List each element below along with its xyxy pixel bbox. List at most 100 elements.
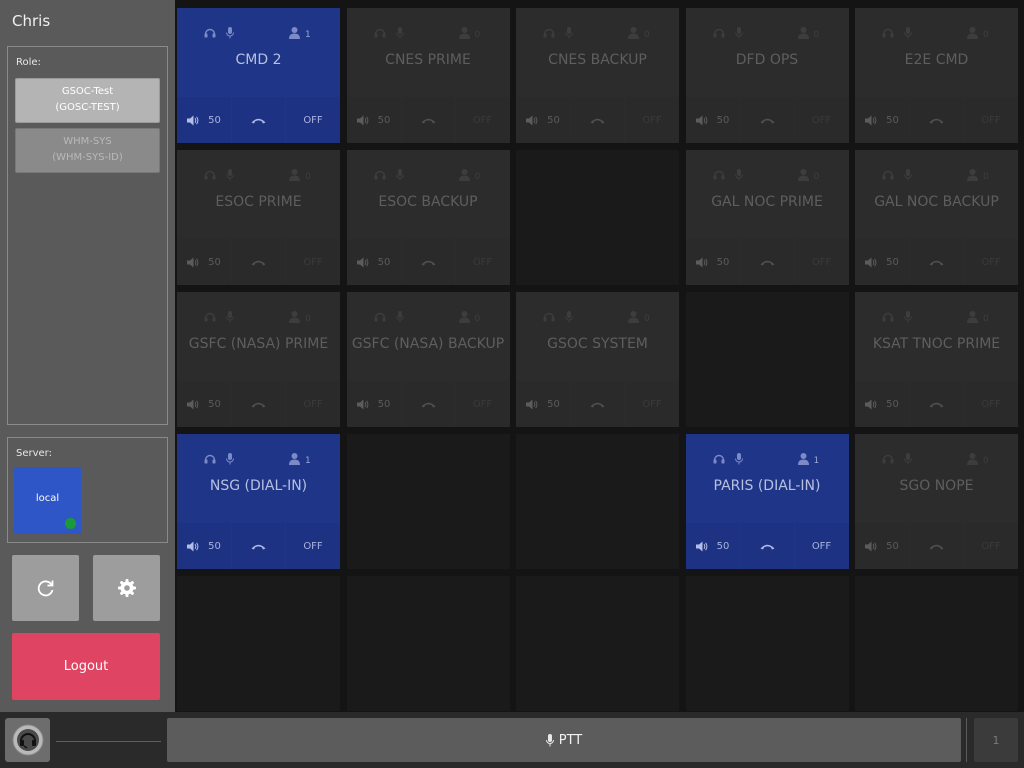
hangup-button[interactable] xyxy=(232,523,285,569)
hangup-button[interactable] xyxy=(910,97,963,143)
off-button[interactable]: OFF xyxy=(286,97,340,143)
off-button[interactable]: OFF xyxy=(286,523,340,569)
channel-tile[interactable]: 0 E2E CMD 50 OFF xyxy=(855,8,1018,143)
off-button[interactable]: OFF xyxy=(964,97,1018,143)
channel-tile[interactable]: 0 GAL NOC BACKUP 50 OFF xyxy=(855,150,1018,285)
channel-tile[interactable]: 0 SGO NOPE 50 OFF xyxy=(855,434,1018,569)
channel-select-area[interactable]: 0 DFD OPS xyxy=(686,8,849,96)
volume-button[interactable]: 50 xyxy=(855,523,909,569)
refresh-button[interactable] xyxy=(12,555,79,621)
channel-tile[interactable]: 1 NSG (DIAL-IN) 50 OFF xyxy=(177,434,340,569)
settings-button[interactable] xyxy=(93,555,160,621)
off-button[interactable]: OFF xyxy=(455,381,510,427)
channel-tile[interactable]: 0 ESOC BACKUP 50 OFF xyxy=(346,150,510,285)
volume-button[interactable]: 50 xyxy=(346,239,401,285)
off-button[interactable]: OFF xyxy=(794,239,849,285)
hangup-button[interactable] xyxy=(232,239,285,285)
hangup-button[interactable] xyxy=(910,381,963,427)
channel-select-area[interactable]: 0 E2E CMD xyxy=(855,8,1018,96)
channel-select-area[interactable]: 1 PARIS (DIAL-IN) xyxy=(686,434,849,522)
hangup-button[interactable] xyxy=(401,381,455,427)
channel-tile[interactable]: 0 GSFC (NASA) PRIME 50 OFF xyxy=(177,292,340,427)
volume-button[interactable]: 50 xyxy=(177,239,231,285)
channel-tile[interactable]: 0 CNES PRIME 50 OFF xyxy=(346,8,510,143)
off-button[interactable]: OFF xyxy=(455,239,510,285)
hangup-button[interactable] xyxy=(740,97,794,143)
off-button[interactable]: OFF xyxy=(625,381,679,427)
channel-tile[interactable]: 0 CNES BACKUP 50 OFF xyxy=(516,8,679,143)
hangup-button[interactable] xyxy=(232,97,285,143)
user-count: 0 xyxy=(813,30,820,40)
headphones-icon xyxy=(882,454,894,464)
channel-tile[interactable]: 0 GSFC (NASA) BACKUP 50 OFF xyxy=(346,292,510,427)
channel-tile[interactable]: 0 GSOC SYSTEM 50 OFF xyxy=(516,292,679,427)
hangup-button[interactable] xyxy=(740,239,794,285)
volume-button[interactable]: 50 xyxy=(685,239,740,285)
volume-button[interactable]: 50 xyxy=(855,381,909,427)
channel-select-area[interactable]: 1 CMD 2 xyxy=(177,8,340,96)
server-button-local[interactable]: local xyxy=(14,467,81,534)
headset-button[interactable] xyxy=(5,718,50,762)
volume-button[interactable]: 50 xyxy=(855,97,909,143)
channel-tile[interactable]: 1 CMD 2 50 OFF xyxy=(177,8,340,143)
channel-tile[interactable]: 0 KSAT TNOC PRIME 50 OFF xyxy=(855,292,1018,427)
hangup-button[interactable] xyxy=(910,239,963,285)
ptt-button[interactable]: PTT xyxy=(167,718,961,762)
channel-select-area[interactable]: 0 SGO NOPE xyxy=(855,434,1018,522)
off-button[interactable]: OFF xyxy=(794,523,849,569)
volume-button[interactable]: 50 xyxy=(346,381,401,427)
off-button[interactable]: OFF xyxy=(286,239,340,285)
channel-select-area[interactable]: 0 GAL NOC PRIME xyxy=(686,150,849,238)
hangup-button[interactable] xyxy=(401,239,455,285)
channel-select-area[interactable]: 1 NSG (DIAL-IN) xyxy=(177,434,340,522)
volume-button[interactable]: 50 xyxy=(177,97,231,143)
off-button[interactable]: OFF xyxy=(286,381,340,427)
volume-button[interactable]: 50 xyxy=(346,97,401,143)
channel-select-area[interactable]: 0 ESOC BACKUP xyxy=(347,150,510,238)
channel-select-area[interactable]: 0 GSOC SYSTEM xyxy=(516,292,679,380)
channel-tile[interactable]: 1 PARIS (DIAL-IN) 50 OFF xyxy=(685,434,849,569)
off-button[interactable]: OFF xyxy=(964,523,1018,569)
channel-select-area[interactable]: 0 CNES BACKUP xyxy=(516,8,679,96)
hangup-button[interactable] xyxy=(740,523,794,569)
channel-select-area[interactable]: 0 CNES PRIME xyxy=(347,8,510,96)
channel-select-area[interactable]: 0 GSFC (NASA) BACKUP xyxy=(347,292,510,380)
volume-button[interactable]: 50 xyxy=(177,523,231,569)
role-button-gsoc-test[interactable]: GSOC-Test (GOSC-TEST) xyxy=(15,78,160,123)
hangup-button[interactable] xyxy=(571,97,624,143)
user-icon xyxy=(967,169,978,181)
channel-status-icons: 0 xyxy=(713,27,833,41)
page-button[interactable]: 1 xyxy=(974,718,1018,762)
user-icon xyxy=(628,311,639,323)
logout-button[interactable]: Logout xyxy=(12,633,160,700)
channel-select-area[interactable]: 0 ESOC PRIME xyxy=(177,150,340,238)
server-panel: Server: local xyxy=(7,437,168,543)
hangup-button[interactable] xyxy=(910,523,963,569)
channel-tile[interactable]: 0 ESOC PRIME 50 OFF xyxy=(177,150,340,285)
volume-value: 50 xyxy=(886,398,899,410)
volume-button[interactable]: 50 xyxy=(516,97,570,143)
volume-button[interactable]: 50 xyxy=(177,381,231,427)
channel-select-area[interactable]: 0 GSFC (NASA) PRIME xyxy=(177,292,340,380)
hangup-button[interactable] xyxy=(232,381,285,427)
user-count: 0 xyxy=(474,314,481,324)
channel-controls: 50 OFF xyxy=(516,381,679,427)
off-button[interactable]: OFF xyxy=(794,97,849,143)
channel-tile[interactable]: 0 GAL NOC PRIME 50 OFF xyxy=(685,150,849,285)
volume-button[interactable]: 50 xyxy=(685,97,740,143)
hangup-button[interactable] xyxy=(571,381,624,427)
volume-button[interactable]: 50 xyxy=(855,239,909,285)
channel-status-icons: 0 xyxy=(882,27,1002,41)
role-button-whm-sys[interactable]: WHM-SYS (WHM-SYS-ID) xyxy=(15,128,160,173)
volume-button[interactable]: 50 xyxy=(516,381,570,427)
off-button[interactable]: OFF xyxy=(455,97,510,143)
channel-tile[interactable]: 0 DFD OPS 50 OFF xyxy=(685,8,849,143)
off-button[interactable]: OFF xyxy=(625,97,679,143)
off-button[interactable]: OFF xyxy=(964,239,1018,285)
channel-select-area[interactable]: 0 GAL NOC BACKUP xyxy=(855,150,1018,238)
channel-select-area[interactable]: 0 KSAT TNOC PRIME xyxy=(855,292,1018,380)
volume-button[interactable]: 50 xyxy=(685,523,740,569)
headphones-icon xyxy=(882,170,894,180)
off-button[interactable]: OFF xyxy=(964,381,1018,427)
hangup-button[interactable] xyxy=(401,97,455,143)
